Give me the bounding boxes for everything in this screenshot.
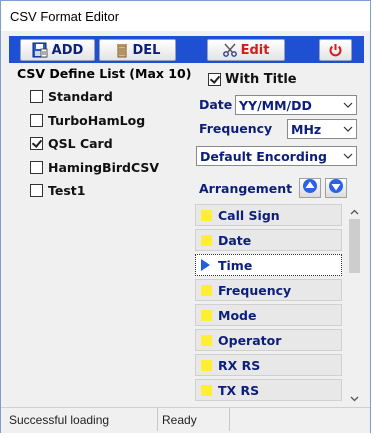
del-button-label: DEL: [132, 42, 161, 58]
arrangement-item-frequency[interactable]: Frequency: [195, 279, 342, 301]
arrangement-item-time[interactable]: Time: [195, 254, 342, 276]
frequency-unit-value: MHz: [291, 121, 322, 137]
encoding-value: Default Encording: [200, 148, 327, 164]
define-item-checkbox[interactable]: [30, 136, 43, 150]
arrangement-item-mode[interactable]: Mode: [195, 304, 342, 326]
edit-button-label: Edit: [240, 42, 270, 58]
scroll-down-button[interactable]: [346, 388, 363, 405]
chevron-down-icon: [350, 387, 359, 406]
chevron-up-icon: [350, 200, 359, 219]
scissors-icon: [222, 43, 237, 57]
encoding-select[interactable]: Default Encording: [196, 146, 357, 166]
date-format-value: YY/MM/DD: [239, 97, 312, 113]
edit-button[interactable]: Edit: [207, 39, 285, 61]
field-marker-icon: [201, 334, 212, 346]
format-options-panel: With Title Date YY/MM/DD Frequency MHz D…: [192, 65, 367, 405]
status-state: Ready: [158, 408, 230, 431]
date-label: Date: [199, 97, 233, 112]
define-item-checkbox[interactable]: [30, 160, 43, 174]
window-title: CSV Format Editor: [10, 9, 120, 24]
frequency-unit-select[interactable]: MHz: [287, 119, 357, 139]
trash-bin-icon: [115, 42, 129, 58]
arrow-up-icon: [302, 178, 318, 198]
field-marker-icon: [201, 234, 212, 246]
chevron-down-icon: [340, 120, 356, 138]
define-item-turbohamlog[interactable]: TurboHamLog: [30, 111, 145, 129]
arrangement-item-label: Call Sign: [218, 207, 280, 223]
arrangement-item-label: Date: [218, 232, 252, 248]
power-button[interactable]: [319, 39, 352, 61]
arrangement-item-label: Time: [218, 257, 253, 273]
arrangement-header: Arrangement: [199, 177, 351, 199]
define-item-label: Standard: [48, 88, 113, 104]
arrangement-label: Arrangement: [199, 180, 293, 196]
selection-arrow-icon: [201, 259, 210, 271]
field-marker-icon: [201, 309, 212, 321]
toolbar: ADD DEL Edit: [9, 36, 364, 63]
chevron-down-icon: [340, 96, 356, 114]
with-title-label: With Title: [225, 72, 297, 87]
define-item-checkbox[interactable]: [30, 113, 43, 127]
arrangement-item-label: Mode: [218, 307, 257, 323]
arrangement-item-label: Frequency: [218, 282, 292, 298]
csv-format-editor-window: CSV Format Editor ADD DEL Edit CSV Defin…: [0, 0, 371, 433]
chevron-down-icon: [340, 147, 356, 165]
field-marker-icon: [201, 384, 212, 396]
arrangement-item-rx-rs[interactable]: RX RS: [195, 354, 342, 376]
define-item-standard[interactable]: Standard: [30, 87, 113, 105]
scroll-up-button[interactable]: [346, 201, 363, 218]
add-button-label: ADD: [51, 42, 84, 58]
arrangement-scrollbar[interactable]: [346, 201, 363, 405]
arrangement-item-operator[interactable]: Operator: [195, 329, 342, 351]
move-up-button[interactable]: [299, 178, 322, 198]
arrangement-item-label: TX RS: [218, 382, 260, 398]
scrollbar-thumb[interactable]: [349, 219, 360, 273]
status-message: Successful loading: [5, 408, 158, 431]
frequency-label: Frequency: [199, 121, 273, 136]
title-bar[interactable]: CSV Format Editor: [1, 1, 370, 31]
power-icon: [328, 43, 343, 58]
define-item-checkbox[interactable]: [30, 183, 43, 197]
status-bar: Successful loading Ready: [1, 407, 370, 433]
arrangement-item-tx-rs[interactable]: TX RS: [195, 379, 342, 401]
csv-define-list-panel: CSV Define List (Max 10) Standard TurboH…: [12, 65, 192, 405]
add-button[interactable]: ADD: [20, 39, 95, 61]
field-marker-icon: [201, 359, 212, 371]
define-item-test1[interactable]: Test1: [30, 181, 85, 199]
csv-define-list-legend: CSV Define List (Max 10): [17, 66, 192, 81]
define-item-checkbox[interactable]: [30, 89, 43, 103]
define-item-label: TurboHamLog: [48, 112, 146, 128]
del-button[interactable]: DEL: [99, 39, 176, 61]
with-title-checkbox[interactable]: With Title: [208, 72, 297, 87]
field-marker-icon: [201, 284, 212, 296]
arrangement-item-label: Operator: [218, 332, 282, 348]
field-marker-icon: [201, 209, 212, 221]
define-item-hamingbirdcsv[interactable]: HamingBirdCSV: [30, 158, 159, 176]
with-title-check[interactable]: [208, 73, 221, 86]
define-item-label: Test1: [48, 182, 86, 198]
save-disk-icon: [32, 42, 48, 58]
move-down-button[interactable]: [325, 178, 348, 198]
arrangement-item-date[interactable]: Date: [195, 229, 342, 251]
define-item-label: QSL Card: [48, 135, 113, 151]
date-format-select[interactable]: YY/MM/DD: [235, 95, 357, 115]
arrow-down-icon: [328, 178, 344, 198]
define-item-label: HamingBirdCSV: [48, 159, 160, 175]
arrangement-list[interactable]: Call Sign Date Time Frequency Mode Opera…: [195, 201, 366, 405]
arrangement-item-label: RX RS: [218, 357, 261, 373]
arrangement-item-call-sign[interactable]: Call Sign: [195, 204, 342, 226]
define-item-qsl-card[interactable]: QSL Card: [30, 134, 113, 152]
